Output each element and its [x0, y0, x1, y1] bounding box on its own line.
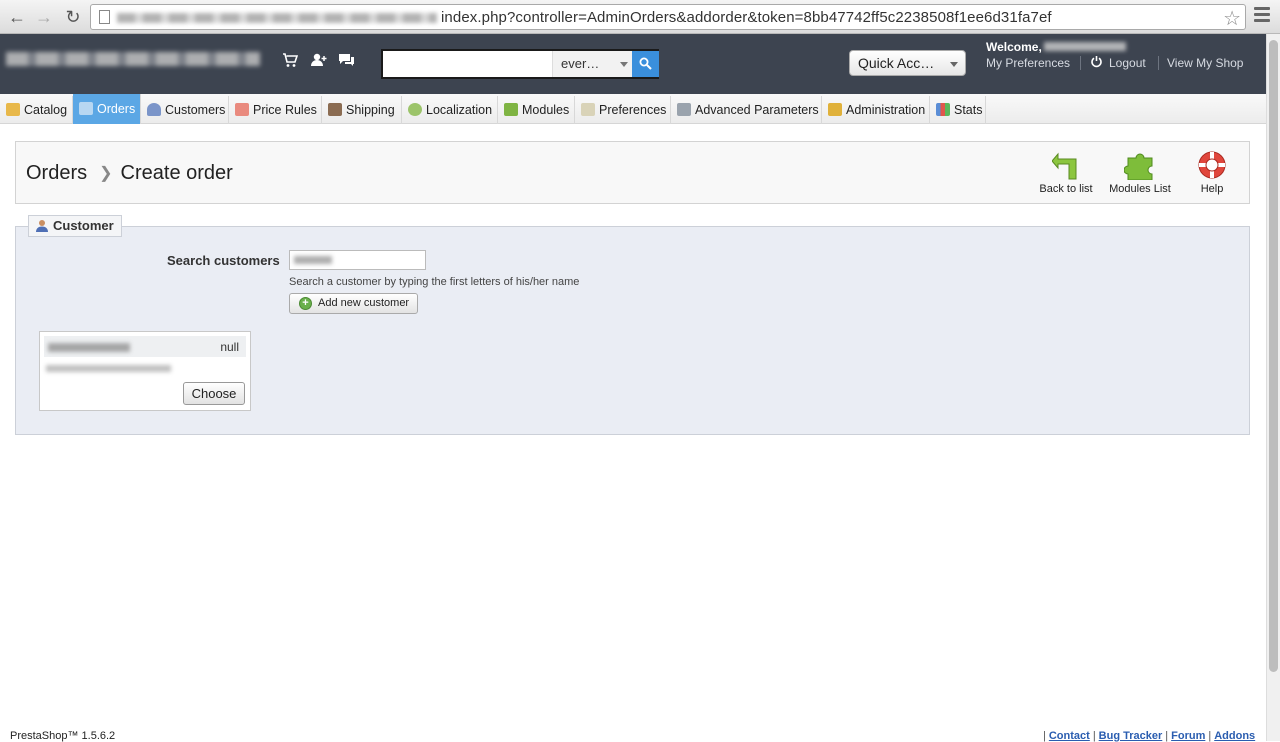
breadcrumb-orders[interactable]: Orders [26, 162, 87, 184]
url-text: index.php?controller=AdminOrders&addorde… [441, 9, 1052, 26]
search-hint: Search a customer by typing the first le… [289, 276, 580, 288]
search-scope-select[interactable]: ever… [552, 51, 632, 77]
typed-text-redacted [294, 256, 332, 264]
wrench-icon [677, 103, 691, 116]
header-search: ever… [381, 49, 659, 79]
tab-preferences[interactable]: Preferences [575, 96, 671, 124]
chevron-down-icon [620, 62, 628, 67]
choose-customer-button[interactable]: Choose [183, 382, 245, 405]
tab-shipping[interactable]: Shipping [322, 96, 402, 124]
divider [1080, 56, 1081, 70]
bar-chart-icon [936, 103, 950, 116]
view-my-shop-link[interactable]: View My Shop [1167, 56, 1243, 70]
help-button[interactable]: Help [1194, 150, 1230, 195]
preferences-icon [581, 103, 595, 116]
search-input[interactable] [383, 51, 551, 77]
employee-name-redacted [1044, 42, 1126, 51]
customer-email-redacted [46, 365, 171, 372]
search-button[interactable] [632, 51, 659, 77]
divider [1158, 56, 1159, 70]
search-customers-label: Search customers [167, 253, 280, 268]
page-toolbar: Orders ❯ Create order Back to list Modules… [15, 141, 1250, 204]
back-arrow-icon[interactable]: ← [6, 6, 28, 28]
quick-access-select[interactable]: Quick Acc… [849, 50, 966, 76]
customer-card-header: null [44, 336, 246, 357]
customer-result-card: null Choose [39, 331, 251, 411]
tab-localization[interactable]: Localization [402, 96, 498, 124]
browser-toolbar: ← → ↻ index.php?controller=AdminOrders&a… [0, 0, 1280, 34]
tab-advanced-parameters[interactable]: Advanced Parameters [671, 96, 822, 124]
price-tag-icon [235, 103, 249, 116]
plus-circle-icon: + [299, 297, 312, 310]
puzzle-icon [504, 103, 518, 116]
tab-customers[interactable]: Customers [141, 96, 229, 124]
add-new-customer-button[interactable]: + Add new customer [289, 293, 418, 314]
page-scrollbar[interactable] [1266, 34, 1280, 741]
quick-access-label: Quick Acc… [858, 55, 935, 71]
chevron-right-icon: ❯ [99, 165, 113, 182]
new-customer-icon[interactable] [310, 52, 327, 73]
footer-link-contact[interactable]: Contact [1049, 730, 1090, 742]
page-title: Create order [120, 162, 233, 184]
footer-version: PrestaShop™ 1.5.6.2 [10, 730, 116, 742]
footer-link-addons[interactable]: Addons [1214, 730, 1255, 742]
welcome-text: Welcome, [986, 40, 1042, 54]
reload-icon[interactable]: ↻ [62, 6, 84, 28]
key-icon [828, 103, 842, 116]
lifebuoy-icon [1198, 151, 1226, 179]
my-preferences-link[interactable]: My Preferences [986, 56, 1070, 70]
customer-legend: Customer [28, 215, 122, 237]
power-icon[interactable] [1090, 55, 1103, 71]
tab-administration[interactable]: Administration [822, 96, 930, 124]
footer-link-bug-tracker[interactable]: Bug Tracker [1099, 730, 1163, 742]
breadcrumb: Orders ❯ Create order [26, 162, 233, 185]
customer-name-redacted [48, 343, 130, 352]
scrollbar-thumb[interactable] [1269, 40, 1278, 672]
cart-icon[interactable] [282, 52, 299, 73]
forward-arrow-icon[interactable]: → [33, 6, 55, 28]
logout-link[interactable]: Logout [1109, 56, 1146, 70]
user-icon [147, 103, 161, 116]
bookmark-star-icon[interactable]: ☆ [1223, 6, 1241, 31]
back-to-list-button[interactable]: Back to list [1038, 150, 1094, 195]
messages-icon[interactable] [338, 52, 355, 73]
customer-card-tag: null [220, 340, 239, 354]
back-arrow-icon [1052, 152, 1077, 180]
folder-icon [6, 103, 20, 116]
cart-icon [79, 102, 93, 115]
shop-name-redacted [6, 52, 260, 66]
puzzle-icon [1124, 153, 1153, 180]
page-icon [99, 10, 110, 24]
truck-icon [328, 103, 342, 116]
tab-modules[interactable]: Modules [498, 96, 575, 124]
customer-search-input[interactable] [289, 250, 426, 270]
admin-header: ever… Quick Acc… Welcome, My Preferences… [0, 34, 1266, 94]
tab-price-rules[interactable]: Price Rules [229, 96, 322, 124]
modules-list-button[interactable]: Modules List [1106, 150, 1174, 195]
globe-icon [408, 103, 422, 116]
tab-orders[interactable]: Orders [73, 94, 141, 124]
chevron-down-icon [950, 62, 958, 67]
footer-links: | Contact | Bug Tracker | Forum | Addons [1043, 730, 1256, 742]
tab-stats[interactable]: Stats [930, 96, 986, 124]
search-icon [639, 57, 652, 70]
footer-link-forum[interactable]: Forum [1171, 730, 1205, 742]
search-scope-label: ever… [561, 56, 600, 71]
browser-menu-icon[interactable] [1254, 7, 1270, 25]
address-bar[interactable]: index.php?controller=AdminOrders&addorde… [90, 4, 1246, 30]
url-redacted-prefix [117, 13, 437, 23]
tab-catalog[interactable]: Catalog [0, 96, 73, 124]
user-icon [36, 220, 48, 232]
main-menu-tabs: Catalog Orders Customers Price Rules Shi… [0, 94, 1266, 124]
